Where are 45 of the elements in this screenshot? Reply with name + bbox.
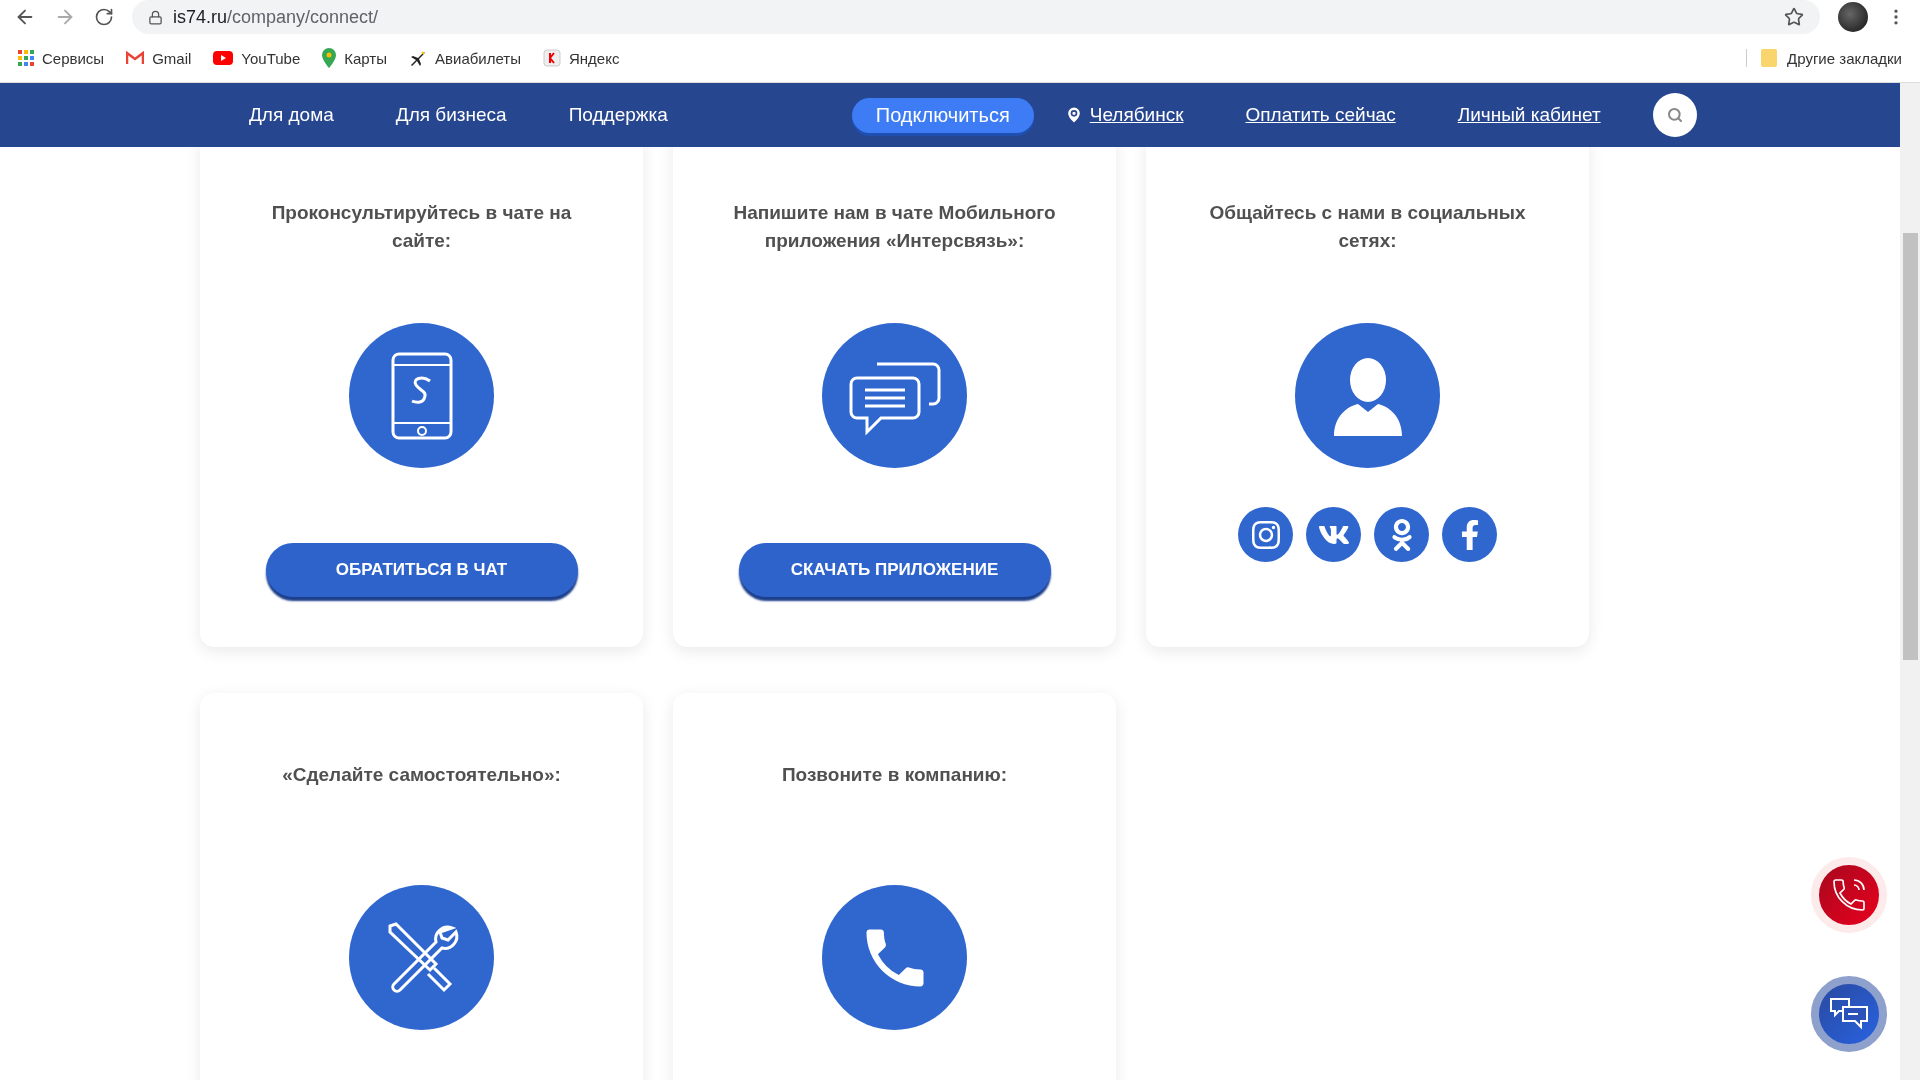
nav-link[interactable]: Поддержка: [568, 104, 668, 126]
action-button[interactable]: ОБРАТИТЬСЯ В ЧАТ: [265, 543, 578, 597]
city-link[interactable]: Челябинск: [1063, 104, 1184, 126]
apps-icon: [18, 50, 34, 66]
card-title: Позвоните в компанию:: [781, 763, 1008, 787]
vk-button[interactable]: [1306, 507, 1361, 562]
nav-link[interactable]: Личный кабинет: [1457, 104, 1601, 126]
bookmark-link[interactable]: YouTube: [213, 49, 301, 67]
card-title: «Сделайте самостоятельно»:: [282, 763, 561, 787]
search-icon: [1666, 107, 1683, 123]
bookmark-link[interactable]: Сервисы: [18, 49, 105, 67]
facebook-button[interactable]: [1442, 507, 1497, 562]
search-button[interactable]: [1652, 93, 1697, 137]
folder-icon: [1761, 49, 1778, 67]
bookmark-link[interactable]: Авиабилеты: [409, 49, 521, 67]
plane-icon: [409, 49, 428, 67]
reload-button[interactable]: [94, 7, 114, 27]
bookmark-link[interactable]: Яндекс: [542, 49, 620, 67]
url-text: is74.ru/company/connect/: [173, 6, 379, 28]
bookmark-link[interactable]: Gmail: [126, 49, 192, 67]
card-title: Общайтесь с нами в социальных сетях:: [1208, 201, 1527, 253]
instagram-button[interactable]: [1238, 507, 1293, 562]
address-bar[interactable]: is74.ru/company/connect/: [132, 0, 1820, 34]
mail-icon: [126, 51, 145, 65]
scrollbar[interactable]: [1900, 83, 1920, 1080]
play-icon: [213, 51, 234, 65]
map-pin-icon: [322, 48, 337, 68]
instagram-icon: [1249, 518, 1282, 551]
action-button[interactable]: СКАЧАТЬ ПРИЛОЖЕНИЕ: [738, 543, 1051, 597]
bookmarks-folder[interactable]: Другие закладки: [1746, 49, 1902, 67]
person-icon: [1331, 355, 1404, 436]
nav-link[interactable]: Для бизнеса: [395, 104, 507, 126]
connect-button[interactable]: Подключиться: [851, 97, 1034, 133]
star-icon[interactable]: [1784, 7, 1804, 27]
card-title: Проконсультируйтесь в чате на сайте:: [270, 201, 573, 253]
yandex-icon: [542, 49, 561, 67]
card-title: Напишите нам в чате Мобильного приложения «Интерсвязь»:: [732, 201, 1057, 253]
nav-link[interactable]: Оплатить сейчас: [1245, 104, 1396, 126]
bookmark-link[interactable]: Карты: [322, 48, 388, 68]
profile-avatar[interactable]: [1838, 2, 1868, 32]
lock-icon: [148, 9, 163, 25]
chat-bubbles-icon: [1829, 997, 1869, 1031]
odnoklassniki-button[interactable]: [1374, 507, 1429, 562]
nav-link[interactable]: Для дома: [249, 104, 334, 126]
tablet-icon: [389, 350, 454, 441]
